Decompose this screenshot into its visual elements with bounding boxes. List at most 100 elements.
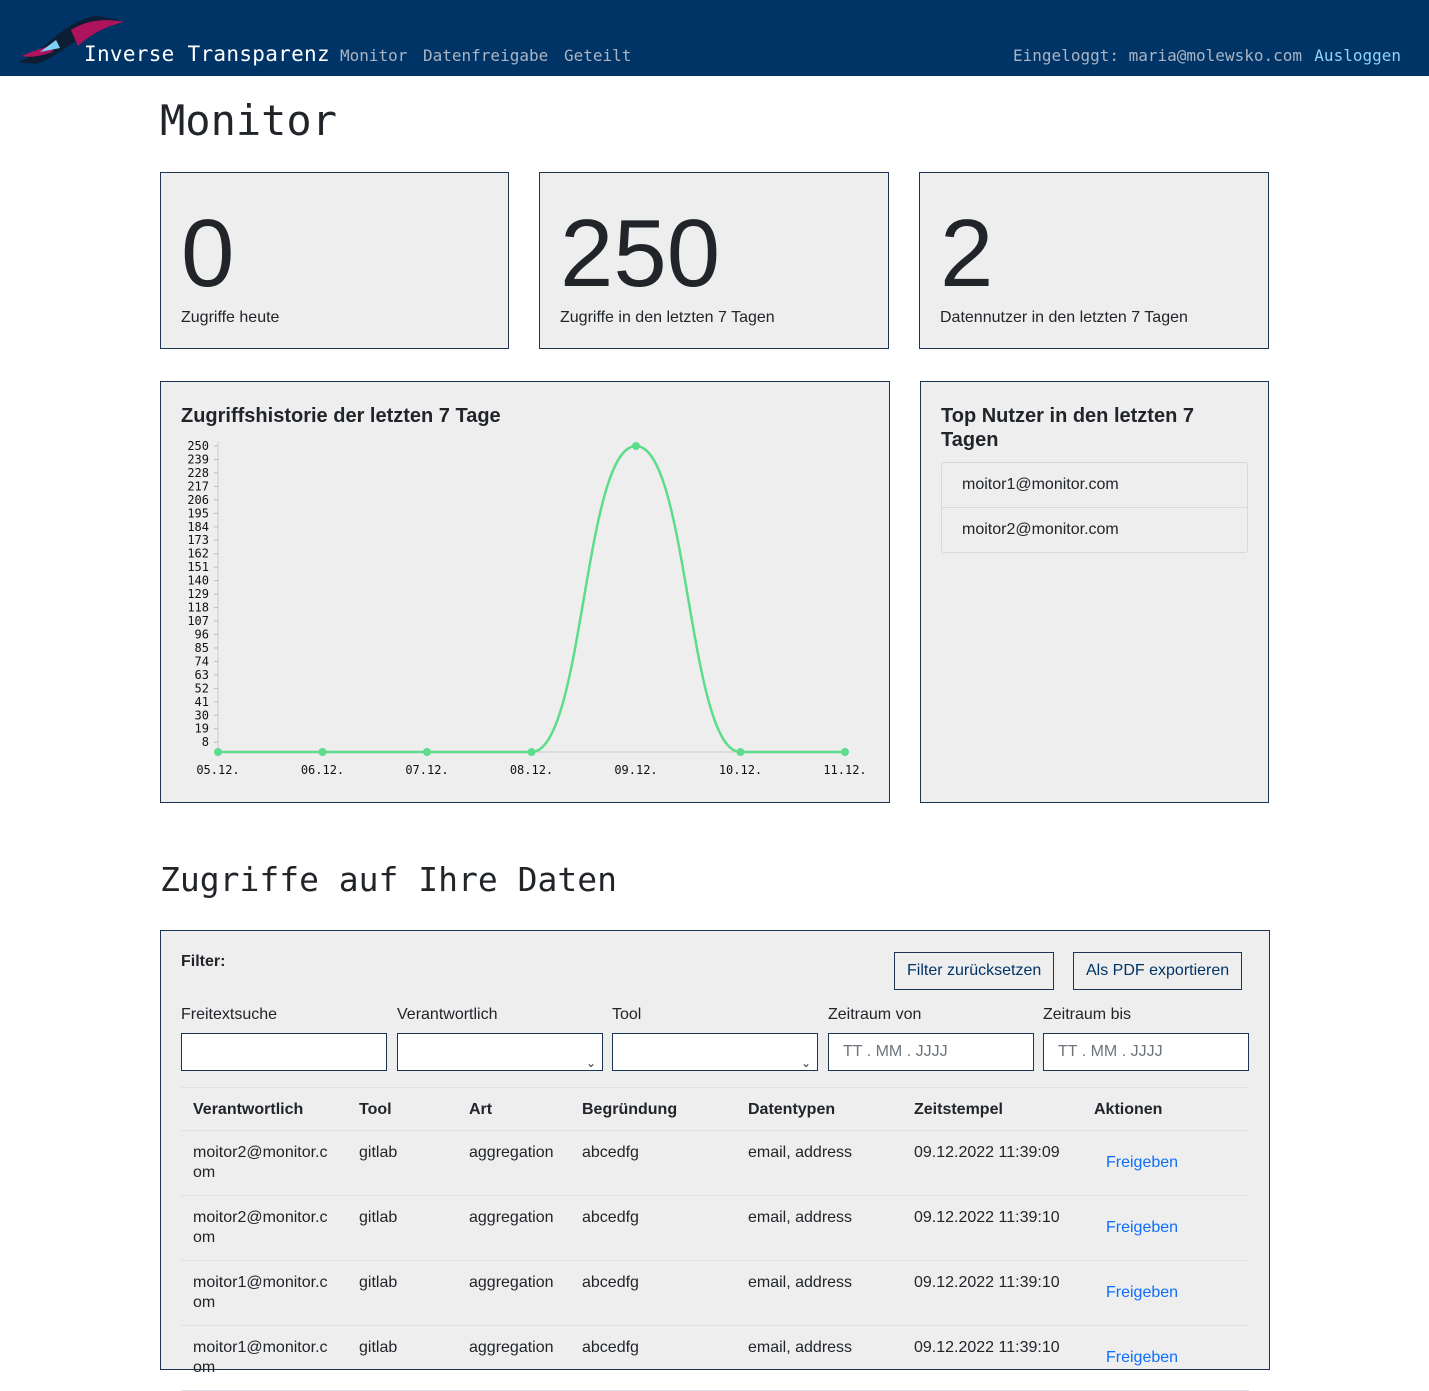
filter-label: Filter:: [181, 953, 226, 970]
table-row: moitor2@monitor.com gitlab aggregation a…: [181, 1195, 1249, 1261]
y-tick-label: 228: [187, 466, 209, 480]
freitext-label: Freitextsuche: [181, 1006, 278, 1023]
data-point: [632, 442, 640, 450]
freigeben-link[interactable]: Freigeben: [1094, 1273, 1178, 1303]
cell-tool: gitlab: [347, 1195, 457, 1261]
reset-filter-button[interactable]: Filter zurücksetzen: [894, 952, 1055, 990]
y-tick-label: 162: [187, 547, 209, 561]
y-tick-label: 118: [187, 601, 209, 615]
y-tick-label: 250: [187, 439, 209, 453]
x-tick-label: 11.12.: [823, 763, 866, 777]
stat-card-today: 0 Zugriffe heute: [160, 172, 509, 349]
y-tick-label: 74: [195, 654, 209, 668]
x-tick-label: 10.12.: [719, 763, 762, 777]
cell-zeitstempel: 09.12.2022 11:39:10: [902, 1195, 1082, 1261]
table-row: moitor1@monitor.com gitlab aggregation a…: [181, 1260, 1249, 1326]
cell-zeitstempel: 09.12.2022 11:39:10: [902, 1325, 1082, 1391]
column-header[interactable]: Tool: [347, 1087, 457, 1131]
cell-verantwortlich: moitor2@monitor.com: [181, 1195, 347, 1261]
column-header[interactable]: Verantwortlich: [181, 1087, 347, 1131]
top-users-title: Top Nutzer in den letzten 7 Tagen: [941, 405, 1194, 451]
cell-begruendung: abcedfg: [570, 1325, 736, 1391]
verantwortlich-label: Verantwortlich: [397, 1006, 498, 1023]
list-item[interactable]: moitor2@monitor.com: [942, 508, 1247, 552]
y-tick-label: 129: [187, 587, 209, 601]
cell-verantwortlich: moitor2@monitor.com: [181, 1130, 347, 1196]
page-title: Monitor: [160, 96, 338, 145]
cell-art: aggregation: [457, 1130, 570, 1196]
data-point: [318, 748, 327, 756]
cell-datentypen: email, address: [736, 1325, 902, 1391]
y-tick-label: 184: [187, 520, 209, 534]
y-tick-label: 195: [187, 506, 209, 520]
top-users-card: Top Nutzer in den letzten 7 Tagen moitor…: [920, 381, 1269, 803]
stat-label: Datennutzer in den letzten 7 Tagen: [940, 309, 1188, 326]
access-history-card: Zugriffshistorie der letzten 7 Tage 8 19 3…: [160, 381, 890, 803]
cell-verantwortlich: moitor1@monitor.com: [181, 1260, 347, 1326]
table-header-row: Verantwortlich Tool Art Begründung Daten…: [181, 1087, 1249, 1131]
cell-aktionen: Freigeben: [1082, 1195, 1249, 1261]
cell-verantwortlich: moitor1@monitor.com: [181, 1325, 347, 1391]
data-point: [527, 748, 536, 756]
stat-value: 2: [940, 200, 994, 307]
export-pdf-button[interactable]: Als PDF exportieren: [1073, 952, 1243, 990]
tool-select[interactable]: ⌄: [612, 1033, 818, 1071]
y-tick-label: 52: [195, 681, 209, 695]
nav-link-monitor[interactable]: Monitor: [340, 46, 407, 65]
y-tick-label: 107: [187, 614, 209, 628]
data-point: [841, 748, 849, 756]
stat-card-7-days: 250 Zugriffe in den letzten 7 Tagen: [539, 172, 889, 349]
column-header[interactable]: Zeitstempel: [902, 1087, 1082, 1131]
y-tick-label: 96: [195, 627, 209, 641]
column-header[interactable]: Art: [457, 1087, 570, 1131]
y-tick-label: 140: [187, 574, 209, 588]
y-tick-label: 151: [187, 560, 209, 574]
y-tick-label: 8: [202, 735, 209, 749]
cell-tool: gitlab: [347, 1130, 457, 1196]
cell-tool: gitlab: [347, 1325, 457, 1391]
section-title: Zugriffe auf Ihre Daten: [160, 860, 617, 899]
zeitraum-von-label: Zeitraum von: [828, 1006, 922, 1023]
x-tick-label: 06.12.: [301, 763, 344, 777]
y-tick-label: 19: [195, 722, 209, 736]
y-tick-label: 30: [195, 708, 209, 722]
y-tick-label: 85: [195, 641, 209, 655]
x-tick-label: 09.12.: [614, 763, 657, 777]
column-header[interactable]: Datentypen: [736, 1087, 902, 1131]
data-point: [214, 748, 222, 756]
stat-value: 0: [181, 200, 235, 307]
freigeben-link[interactable]: Freigeben: [1094, 1143, 1178, 1173]
navbar: Inverse Transparenz Monitor Datenfreigab…: [0, 0, 1429, 76]
cell-datentypen: email, address: [736, 1260, 902, 1326]
chevron-down-icon: ⌄: [585, 1056, 596, 1070]
column-header: Aktionen: [1082, 1087, 1249, 1131]
freigeben-link[interactable]: Freigeben: [1094, 1208, 1178, 1238]
access-table: Verantwortlich Tool Art Begründung Daten…: [181, 1087, 1249, 1391]
stat-label: Zugriffe heute: [181, 309, 280, 326]
cell-datentypen: email, address: [736, 1195, 902, 1261]
y-tick-label: 63: [195, 668, 209, 682]
column-header[interactable]: Begründung: [570, 1087, 736, 1131]
stat-label: Zugriffe in den letzten 7 Tagen: [560, 309, 775, 326]
logged-in-user: Eingeloggt: maria@molewsko.com: [1013, 46, 1302, 65]
nav-link-geteilt[interactable]: Geteilt: [564, 46, 631, 65]
freigeben-link[interactable]: Freigeben: [1094, 1338, 1178, 1368]
series-line: [217, 444, 845, 754]
zeitraum-bis-input[interactable]: TT . MM . JJJJ: [1043, 1033, 1249, 1071]
nav-link-datenfreigabe[interactable]: Datenfreigabe: [423, 46, 548, 65]
cell-aktionen: Freigeben: [1082, 1130, 1249, 1196]
zeitraum-von-input[interactable]: TT . MM . JJJJ: [828, 1033, 1034, 1071]
access-history-chart: 8193041526374859610711812914015116217318…: [187, 439, 866, 777]
list-item[interactable]: moitor1@monitor.com: [942, 463, 1247, 508]
verantwortlich-select[interactable]: ⌄: [397, 1033, 603, 1071]
logout-link[interactable]: Ausloggen: [1314, 46, 1401, 65]
cell-begruendung: abcedfg: [570, 1260, 736, 1326]
cell-art: aggregation: [457, 1195, 570, 1261]
brand-name[interactable]: Inverse Transparenz: [84, 42, 330, 66]
cell-art: aggregation: [457, 1260, 570, 1326]
cell-begruendung: abcedfg: [570, 1195, 736, 1261]
freitext-search-input[interactable]: [181, 1033, 387, 1071]
data-point: [736, 748, 745, 756]
cell-zeitstempel: 09.12.2022 11:39:09: [902, 1130, 1082, 1196]
x-tick-label: 05.12.: [196, 763, 239, 777]
